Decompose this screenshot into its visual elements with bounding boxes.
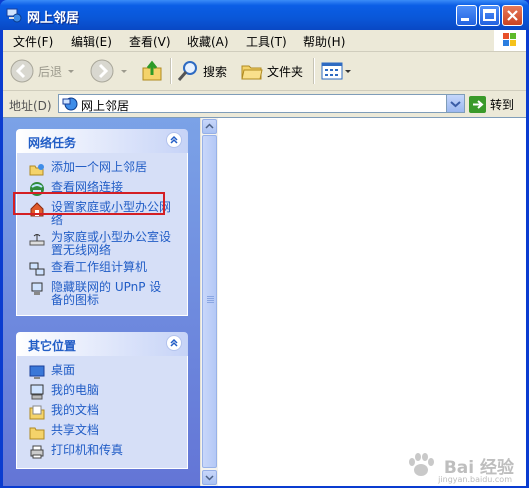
- windows-logo-icon: [494, 30, 526, 51]
- chevron-up-icon: [205, 123, 214, 129]
- toolbar-separator: [313, 58, 315, 84]
- go-arrow-icon: [469, 95, 486, 113]
- vertical-scrollbar[interactable]: [200, 118, 218, 486]
- go-button[interactable]: 转到: [469, 94, 514, 114]
- back-arrow-icon: [10, 59, 34, 83]
- panel-header[interactable]: 网络任务: [16, 129, 188, 153]
- address-value: 网上邻居: [81, 99, 130, 113]
- views-button[interactable]: [320, 57, 352, 85]
- search-button[interactable]: 搜索: [176, 57, 227, 85]
- place-desktop[interactable]: 桌面: [17, 362, 187, 382]
- other-places-panel: 其它位置 桌面 我的电脑 我的文档 共享文档 打印机和传真: [16, 332, 188, 469]
- up-folder-button[interactable]: [141, 57, 165, 85]
- views-icon: [321, 62, 343, 80]
- network-tasks-panel: 网络任务 添加一个网上邻居 查看网络连接 设置家庭或小型办公网络 为家庭或小型办…: [13, 129, 188, 316]
- place-shared-documents[interactable]: 共享文档: [17, 422, 187, 442]
- menu-tools[interactable]: 工具(T): [246, 33, 287, 50]
- collapse-button[interactable]: [166, 335, 182, 351]
- up-folder-icon: [142, 60, 162, 81]
- panel-body: 桌面 我的电脑 我的文档 共享文档 打印机和传真: [16, 356, 188, 469]
- address-dropdown-button[interactable]: [446, 95, 464, 112]
- place-my-computer[interactable]: 我的电脑: [17, 382, 187, 402]
- chevron-up-icon: [170, 135, 178, 144]
- back-button[interactable]: 后退: [9, 57, 76, 85]
- address-bar: 地址(D) 网上邻居 转到: [3, 91, 526, 118]
- place-printers-fax[interactable]: 打印机和传真: [17, 442, 187, 462]
- address-input[interactable]: 网上邻居: [58, 94, 465, 113]
- menu-file[interactable]: 文件(F): [13, 33, 53, 50]
- upnp-device-icon: [31, 282, 43, 295]
- watermark-url: jingyan.baidu.com: [438, 475, 512, 484]
- minimize-button[interactable]: [456, 5, 477, 26]
- panel-title: 网络任务: [28, 136, 77, 150]
- printers-fax-icon: [30, 445, 44, 459]
- task-hide-upnp-icons[interactable]: 隐藏联网的 UPnP 设备的图标: [17, 279, 187, 309]
- my-computer-icon: [30, 384, 44, 400]
- address-label: 地址(D): [9, 99, 52, 113]
- explorer-window: 网上邻居 文件(F) 编辑(E) 查看(V) 收藏(A) 工具(T) 帮助(H): [0, 0, 529, 488]
- desktop-icon: [29, 365, 45, 379]
- menu-view[interactable]: 查看(V): [129, 33, 171, 50]
- collapse-button[interactable]: [166, 132, 182, 148]
- my-documents-icon: [29, 405, 45, 420]
- chevron-down-icon: [121, 70, 127, 73]
- minimize-icon: [461, 18, 469, 21]
- chevron-down-icon: [345, 70, 351, 73]
- scroll-down-button[interactable]: [202, 470, 217, 485]
- menu-edit[interactable]: 编辑(E): [71, 33, 112, 50]
- baidu-paw-logo: [409, 453, 434, 476]
- scroll-thumb[interactable]: [202, 135, 217, 468]
- panel-header[interactable]: 其它位置: [16, 332, 188, 356]
- chevron-down-icon: [68, 70, 75, 73]
- network-places-icon: [6, 8, 22, 23]
- folders-icon: [241, 65, 263, 80]
- close-button[interactable]: [502, 5, 523, 26]
- panel-title: 其它位置: [28, 339, 77, 353]
- highlight-box: [13, 192, 165, 215]
- menu-help[interactable]: 帮助(H): [303, 33, 345, 50]
- task-wireless-setup[interactable]: 为家庭或小型办公室设置无线网络: [17, 229, 187, 259]
- chevron-down-icon: [205, 475, 214, 481]
- forward-arrow-icon: [90, 59, 114, 83]
- chevron-up-icon: [170, 338, 178, 347]
- file-list-area[interactable]: [218, 118, 526, 486]
- content-area: 网络任务 添加一个网上邻居 查看网络连接 设置家庭或小型办公网络 为家庭或小型办…: [3, 117, 526, 486]
- panel-body: 添加一个网上邻居 查看网络连接 设置家庭或小型办公网络 为家庭或小型办公室设置无…: [16, 153, 188, 316]
- toolbar-separator: [170, 58, 172, 84]
- search-icon: [177, 61, 197, 81]
- scroll-up-button[interactable]: [202, 119, 217, 134]
- add-network-place-icon: [29, 164, 44, 176]
- task-add-network-place[interactable]: 添加一个网上邻居: [17, 159, 187, 179]
- title-bar[interactable]: 网上邻居: [0, 0, 529, 30]
- folders-button[interactable]: 文件夹: [240, 57, 303, 85]
- window-title: 网上邻居: [27, 11, 80, 26]
- toolbar: 后退 搜索 文件夹: [3, 52, 526, 91]
- shared-documents-icon: [29, 427, 45, 440]
- menu-bar: 文件(F) 编辑(E) 查看(V) 收藏(A) 工具(T) 帮助(H): [3, 30, 526, 52]
- task-workgroup-computers[interactable]: 查看工作组计算机: [17, 259, 187, 279]
- menu-favorites[interactable]: 收藏(A): [187, 33, 229, 50]
- maximize-button[interactable]: [479, 5, 500, 26]
- maximize-icon: [483, 9, 496, 21]
- wireless-setup-icon: [29, 234, 45, 246]
- network-places-icon: [62, 97, 78, 111]
- place-my-documents[interactable]: 我的文档: [17, 402, 187, 422]
- window-frame: 文件(F) 编辑(E) 查看(V) 收藏(A) 工具(T) 帮助(H) 后退 搜…: [3, 30, 526, 486]
- forward-button[interactable]: [89, 57, 129, 85]
- workgroup-computers-icon: [29, 262, 45, 276]
- close-icon: [507, 10, 518, 21]
- task-pane: 网络任务 添加一个网上邻居 查看网络连接 设置家庭或小型办公网络 为家庭或小型办…: [3, 118, 200, 486]
- chevron-down-icon: [450, 101, 461, 108]
